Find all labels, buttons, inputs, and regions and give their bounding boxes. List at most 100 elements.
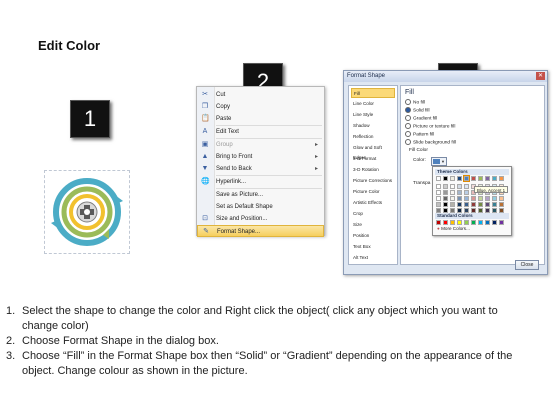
category-item[interactable]: Picture Corrections — [351, 176, 395, 186]
color-swatch[interactable] — [463, 175, 470, 182]
fill-option-radio[interactable]: Slide background fill — [405, 139, 456, 146]
color-swatch[interactable] — [436, 196, 441, 201]
color-swatch[interactable] — [436, 202, 441, 207]
color-swatch[interactable] — [457, 176, 462, 181]
context-menu-item[interactable]: 🌐 Hyperlink... — [197, 176, 324, 188]
standard-color-swatch[interactable] — [457, 220, 462, 225]
color-swatch[interactable] — [478, 202, 483, 207]
category-item[interactable]: Line Color — [351, 99, 395, 109]
color-swatch[interactable] — [443, 202, 448, 207]
context-menu-item[interactable]: ⊡ Size and Position... — [197, 213, 324, 225]
context-menu-item[interactable]: A Edit Text — [197, 126, 324, 138]
fill-color-picker-button[interactable]: ▼ — [431, 157, 447, 166]
category-item[interactable]: 3-D Rotation — [351, 165, 395, 175]
standard-color-swatch[interactable] — [464, 220, 469, 225]
color-swatch[interactable] — [457, 184, 462, 189]
context-menu-item[interactable]: ✎ Format Shape... — [197, 225, 324, 237]
color-swatch[interactable] — [450, 202, 455, 207]
context-menu-item-label: Set as Default Shape — [216, 204, 273, 210]
color-swatch[interactable] — [450, 184, 455, 189]
category-item[interactable]: Shadow — [351, 121, 395, 131]
standard-color-swatch[interactable] — [471, 220, 476, 225]
color-swatch[interactable] — [478, 176, 483, 181]
standard-color-swatch[interactable] — [492, 220, 497, 225]
context-menu-item[interactable]: Save as Picture... — [197, 189, 324, 201]
fill-option-radio[interactable]: Solid fill — [405, 107, 430, 114]
fill-option-radio[interactable]: Picture or texture fill — [405, 123, 455, 130]
color-swatch[interactable] — [499, 202, 504, 207]
color-swatch[interactable] — [471, 202, 476, 207]
copy-icon: ❐ — [201, 103, 209, 110]
color-swatch[interactable] — [485, 176, 490, 181]
more-colors-link[interactable]: ● More Colors... — [437, 226, 470, 231]
category-item[interactable]: 3-D Format — [351, 154, 395, 164]
category-item[interactable]: Picture Color — [351, 187, 395, 197]
color-swatch[interactable] — [457, 190, 462, 195]
color-swatch[interactable] — [499, 176, 504, 181]
category-item[interactable]: Artistic Effects — [351, 198, 395, 208]
category-item[interactable]: Text Box — [351, 242, 395, 252]
color-swatch[interactable] — [443, 176, 448, 181]
standard-color-swatch[interactable] — [436, 220, 441, 225]
context-menu-item-label: Send to Back — [216, 166, 252, 172]
fill-option-label: Solid fill — [413, 108, 430, 114]
category-item[interactable]: Alt Text — [351, 253, 395, 263]
color-swatch[interactable] — [436, 176, 441, 181]
standard-color-swatch[interactable] — [485, 220, 490, 225]
standard-color-swatch[interactable] — [443, 220, 448, 225]
fill-option-radio[interactable]: No fill — [405, 99, 425, 106]
context-menu-item[interactable]: ▲ Bring to Front ▸ — [197, 151, 324, 163]
category-item[interactable]: Size — [351, 220, 395, 230]
color-swatch[interactable] — [443, 190, 448, 195]
category-item[interactable]: Position — [351, 231, 395, 241]
color-palette-dropdown: Theme Colors Standard Colors ● More Colo… — [432, 166, 512, 236]
fill-option-radio[interactable]: Gradient fill — [405, 115, 437, 122]
color-swatch[interactable] — [457, 196, 462, 201]
color-swatch[interactable] — [457, 202, 462, 207]
color-swatch[interactable] — [492, 176, 497, 181]
color-swatch[interactable] — [450, 190, 455, 195]
color-swatch[interactable] — [450, 196, 455, 201]
category-item[interactable]: Crop — [351, 209, 395, 219]
standard-color-swatch[interactable] — [499, 220, 504, 225]
color-swatch[interactable] — [485, 202, 490, 207]
color-swatch[interactable] — [443, 196, 448, 201]
color-swatch[interactable] — [492, 196, 497, 201]
close-button[interactable]: Close — [515, 260, 539, 270]
context-menu-item[interactable]: ▣ Group ▸ — [197, 139, 324, 151]
context-menu: ✂ Cut ❐ Copy 📋 Paste A Edit Text ▣ Group ▸ ▲ Bring t… — [196, 86, 325, 237]
context-menu-item[interactable]: 📋 Paste — [197, 113, 324, 125]
color-swatch[interactable] — [464, 184, 469, 189]
color-swatch[interactable] — [499, 196, 504, 201]
context-menu-item[interactable]: ▼ Send to Back ▸ — [197, 163, 324, 175]
standard-color-swatch[interactable] — [450, 220, 455, 225]
radio-button-icon — [405, 139, 411, 145]
category-item[interactable]: Line Style — [351, 110, 395, 120]
category-item[interactable]: Glow and Soft Edges — [351, 143, 395, 160]
chevron-right-icon: ▸ — [314, 142, 318, 148]
color-swatch[interactable] — [436, 184, 441, 189]
color-swatch[interactable] — [471, 176, 476, 181]
color-swatch[interactable] — [485, 196, 490, 201]
instruction-text: Choose “Fill” in the Format Shape box th… — [22, 350, 513, 377]
fill-option-radio[interactable]: Pattern fill — [405, 131, 434, 138]
color-swatch[interactable] — [471, 196, 476, 201]
color-swatch[interactable] — [450, 176, 455, 181]
color-swatch[interactable] — [436, 190, 441, 195]
color-swatch[interactable] — [492, 202, 497, 207]
color-swatch[interactable] — [464, 196, 469, 201]
standard-color-swatch[interactable] — [478, 220, 483, 225]
context-menu-item[interactable]: ✂ Cut — [197, 89, 324, 101]
fill-color-heading: Fill Color — [409, 148, 428, 153]
color-swatch[interactable] — [464, 190, 469, 195]
color-swatch[interactable] — [443, 184, 448, 189]
category-item[interactable]: Reflection — [351, 132, 395, 142]
selected-cycle-shape[interactable] — [44, 170, 130, 254]
context-menu-item[interactable]: Set as Default Shape — [197, 201, 324, 213]
category-item[interactable]: Fill — [351, 88, 395, 98]
close-icon[interactable]: ✕ — [536, 72, 545, 80]
context-menu-item[interactable]: ❐ Copy — [197, 101, 324, 113]
theme-colors-heading: Theme Colors — [435, 169, 509, 175]
color-swatch[interactable] — [478, 196, 483, 201]
color-swatch[interactable] — [464, 202, 469, 207]
